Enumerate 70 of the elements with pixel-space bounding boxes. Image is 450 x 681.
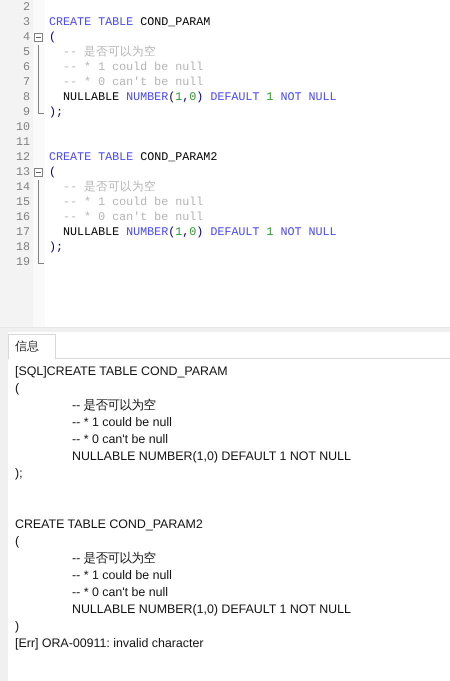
message-line: ( <box>15 381 20 395</box>
message-line: -- * 1 could be null <box>72 568 172 582</box>
line-number: 5 <box>22 45 30 59</box>
number-literal: 1 <box>266 225 274 240</box>
number-literal: 1 <box>175 225 182 240</box>
sql-keyword: NUMBER <box>126 90 168 105</box>
punctuation: ( <box>168 225 176 240</box>
punctuation: , <box>182 90 190 105</box>
punctuation: ( <box>49 30 56 45</box>
line-number: 17 <box>16 225 30 239</box>
message-line: [SQL]CREATE TABLE COND_PARAM <box>15 364 228 378</box>
line-number: 2 <box>22 0 30 14</box>
line-number: 8 <box>22 90 30 104</box>
line-number: 14 <box>16 180 30 194</box>
code-comment: -- * 1 could be null <box>63 195 204 210</box>
message-line: ) <box>15 619 20 633</box>
number-literal: 1 <box>175 90 182 105</box>
punctuation: , <box>182 225 190 240</box>
sql-keyword: NUMBER <box>126 225 168 240</box>
sql-keyword: NOT NULL <box>280 225 337 240</box>
output-tab[interactable]: 信息 <box>8 334 56 359</box>
punctuation: ( <box>168 90 176 105</box>
identifier: COND_PARAM2 <box>140 150 218 165</box>
message-line: -- 是否可以为空 <box>72 398 156 412</box>
sql-keyword: NOT NULL <box>280 90 337 105</box>
number-literal: 0 <box>189 90 196 105</box>
code-comment: -- 是否可以为空 <box>63 180 156 195</box>
line-number: 7 <box>22 75 30 89</box>
number-literal: 0 <box>189 225 196 240</box>
punctuation: ); <box>49 240 64 255</box>
line-number: 12 <box>16 150 30 164</box>
line-number: 18 <box>16 240 30 254</box>
punctuation: ) <box>196 90 204 105</box>
line-number: 6 <box>22 60 30 74</box>
punctuation: ) <box>196 225 204 240</box>
line-number: 13 <box>16 165 30 179</box>
message-line: NULLABLE NUMBER(1,0) DEFAULT 1 NOT NULL <box>72 602 351 616</box>
sql-keyword: CREATE TABLE <box>49 150 134 165</box>
sql-keyword: DEFAULT <box>210 225 260 240</box>
message-line: -- * 0 can't be null <box>72 585 168 599</box>
code-comment: -- * 0 can't be null <box>63 75 204 90</box>
message-line: NULLABLE NUMBER(1,0) DEFAULT 1 NOT NULL <box>72 449 351 463</box>
code-comment: -- * 0 can't be null <box>63 210 204 225</box>
punctuation: ( <box>49 165 56 180</box>
line-number: 10 <box>16 120 30 134</box>
message-line: -- * 0 can't be null <box>72 432 168 446</box>
message-line: -- * 1 could be null <box>72 415 172 429</box>
collapse-icon[interactable] <box>34 168 43 177</box>
message-line: ( <box>15 534 20 548</box>
message-line: ); <box>15 466 23 480</box>
identifier: COND_PARAM <box>140 15 210 30</box>
sql-keyword: DEFAULT <box>210 90 260 105</box>
identifier: NULLABLE <box>63 225 120 240</box>
sql-keyword: CREATE TABLE <box>49 15 134 30</box>
message-line: -- 是否可以为空 <box>72 551 156 565</box>
line-number: 4 <box>22 30 30 44</box>
identifier: NULLABLE <box>63 90 120 105</box>
line-number: 16 <box>16 210 30 224</box>
code-comment: -- * 1 could be null <box>63 60 204 75</box>
line-number: 3 <box>22 15 30 29</box>
collapse-icon[interactable] <box>34 33 43 42</box>
punctuation: ); <box>49 105 64 120</box>
line-number: 9 <box>22 105 30 119</box>
message-line: [Err] ORA-00911: invalid character <box>15 636 204 650</box>
line-number: 11 <box>16 135 30 149</box>
message-line: CREATE TABLE COND_PARAM2 <box>15 517 203 531</box>
number-literal: 1 <box>266 90 274 105</box>
line-number: 19 <box>16 255 30 269</box>
line-number: 15 <box>16 195 30 209</box>
code-comment: -- 是否可以为空 <box>63 45 156 60</box>
